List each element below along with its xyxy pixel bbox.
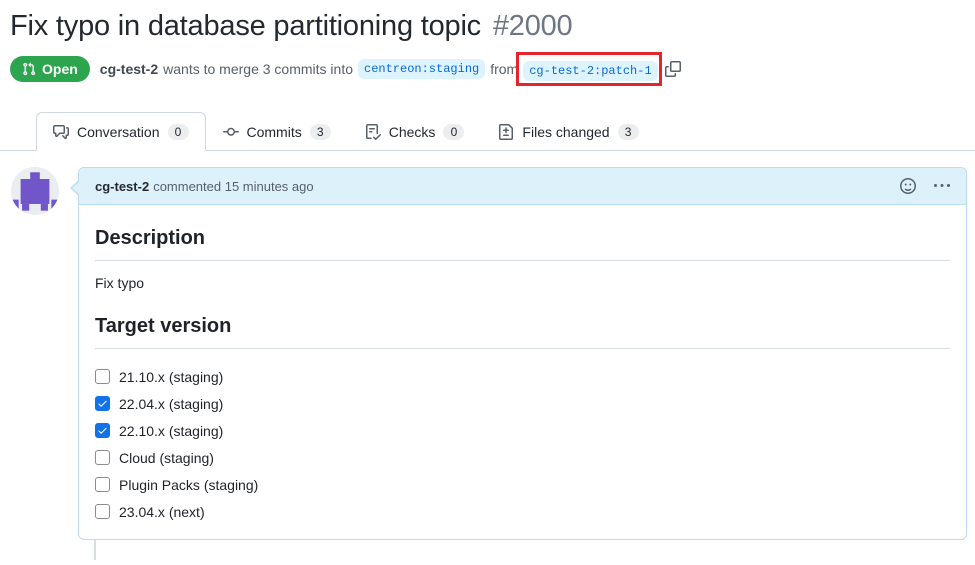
tab-counter: 3 [618, 124, 639, 140]
git-commit-icon [223, 124, 239, 140]
pr-header: Fix typo in database partitioning topic … [0, 0, 975, 82]
target-version-heading: Target version [95, 299, 950, 349]
comment-meta: commented 15 minutes ago [153, 179, 313, 194]
tab-checks[interactable]: Checks 0 [348, 112, 482, 151]
description-text: Fix typo [95, 275, 950, 291]
checkbox-22-04-staging[interactable] [95, 396, 110, 411]
reaction-button[interactable] [900, 178, 916, 194]
task-list-item: 21.10.x (staging) [95, 363, 950, 390]
checkbox-21-10-staging[interactable] [95, 369, 110, 384]
task-label: 23.04.x (next) [119, 504, 205, 520]
tab-counter: 3 [310, 124, 331, 140]
git-pull-request-icon [22, 62, 36, 76]
base-branch-label[interactable]: centreon:staging [358, 59, 485, 79]
pr-tab-nav: Conversation 0 Commits 3 Checks 0 Files … [0, 112, 975, 151]
tab-label: Commits [247, 124, 302, 140]
pr-state-badge: Open [10, 56, 90, 82]
copy-branch-button[interactable] [665, 61, 681, 77]
tab-files-changed[interactable]: Files changed 3 [481, 112, 655, 151]
merge-sentence-from: from [490, 61, 518, 77]
comment-options-button[interactable] [934, 178, 950, 194]
merge-sentence: cg-test-2 wants to merge 3 commits into … [100, 59, 686, 79]
task-label: 22.10.x (staging) [119, 423, 223, 439]
checkbox-cloud-staging[interactable] [95, 450, 110, 465]
tab-counter: 0 [168, 124, 189, 140]
checkbox-23-04-next[interactable] [95, 504, 110, 519]
kebab-horizontal-icon [934, 178, 950, 194]
comment-box: cg-test-2 commented 15 minutes ago Descr… [78, 167, 967, 540]
pr-number: #2000 [493, 10, 573, 42]
comment-header-actions [900, 178, 950, 194]
tab-label: Files changed [522, 124, 609, 140]
task-list-item: 22.10.x (staging) [95, 417, 950, 444]
tab-commits[interactable]: Commits 3 [206, 112, 348, 151]
task-label: 21.10.x (staging) [119, 369, 223, 385]
task-list-item: 22.04.x (staging) [95, 390, 950, 417]
target-version-list: 21.10.x (staging) 22.04.x (staging) 22.1… [95, 363, 950, 525]
avatar[interactable] [11, 167, 59, 215]
checkbox-plugin-packs-staging[interactable] [95, 477, 110, 492]
tab-label: Checks [389, 124, 436, 140]
comment-discussion-icon [53, 124, 69, 140]
merge-sentence-middle: wants to merge 3 commits into [163, 61, 353, 77]
task-list-item: Plugin Packs (staging) [95, 471, 950, 498]
checklist-icon [365, 124, 381, 140]
smiley-icon [900, 178, 916, 194]
timeline: cg-test-2 commented 15 minutes ago Descr… [11, 167, 967, 540]
description-heading: Description [95, 211, 950, 261]
comment-body: Description Fix typo Target version 21.1… [79, 205, 966, 539]
tab-label: Conversation [77, 124, 160, 140]
tab-conversation[interactable]: Conversation 0 [36, 112, 206, 151]
task-list-item: Cloud (staging) [95, 444, 950, 471]
task-label: 22.04.x (staging) [119, 396, 223, 412]
pr-state-label: Open [42, 61, 78, 77]
task-label: Cloud (staging) [119, 450, 214, 466]
identicon [11, 167, 59, 215]
checkbox-22-10-staging[interactable] [95, 423, 110, 438]
file-diff-icon [498, 124, 514, 140]
head-branch-label[interactable]: cg-test-2:patch-1 [523, 61, 657, 81]
head-branch-wrap: cg-test-2:patch-1 [523, 61, 657, 78]
comment-header: cg-test-2 commented 15 minutes ago [79, 168, 966, 205]
page-title: Fix typo in database partitioning topic … [10, 8, 965, 44]
pr-title-text: Fix typo in database partitioning topic [10, 10, 481, 42]
copy-icon [665, 61, 681, 77]
task-list-item: 23.04.x (next) [95, 498, 950, 525]
pr-author-link[interactable]: cg-test-2 [100, 61, 158, 77]
tab-counter: 0 [443, 124, 464, 140]
comment-author-link[interactable]: cg-test-2 [95, 179, 149, 194]
pr-meta-row: Open cg-test-2 wants to merge 3 commits … [10, 56, 965, 82]
timeline-connector-line [94, 540, 96, 560]
task-label: Plugin Packs (staging) [119, 477, 258, 493]
